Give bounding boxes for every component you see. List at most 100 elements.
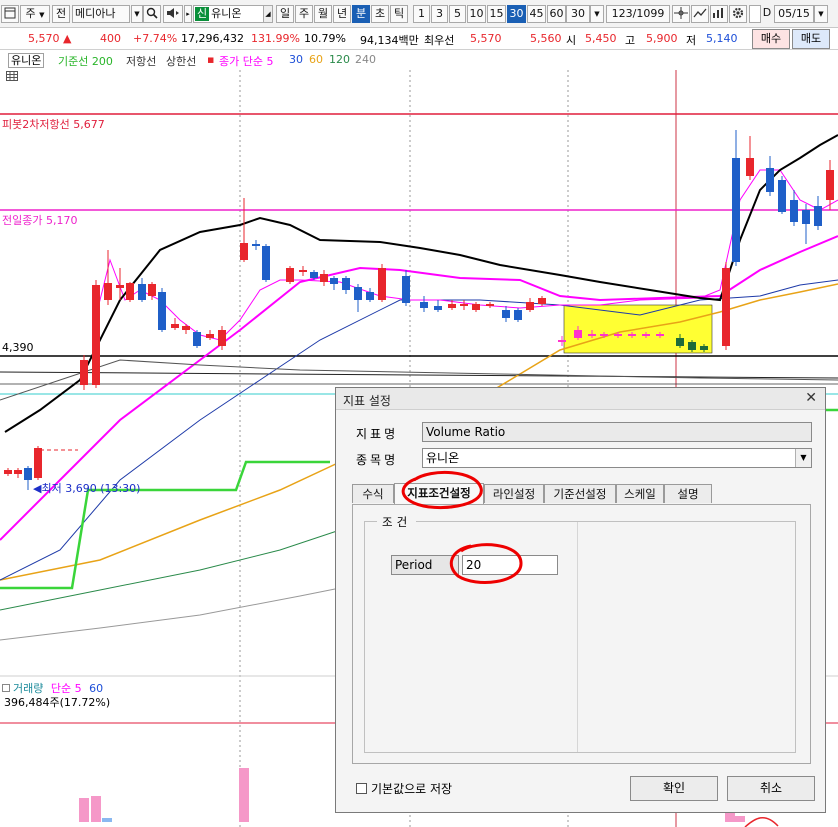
period-button-2[interactable]: 월	[314, 5, 332, 23]
period-code-value: 주	[25, 7, 36, 20]
tab-line[interactable]: 라인설정	[484, 484, 544, 503]
candle-body-44	[614, 334, 622, 336]
prev-button[interactable]: 전	[52, 5, 70, 23]
cancel-button[interactable]: 취소	[727, 776, 815, 801]
stock-name-label: 종목명	[356, 453, 399, 467]
period-button-0[interactable]: 일	[276, 5, 294, 23]
legend-ma240[interactable]: 240	[355, 53, 376, 66]
prev-stock-arrow[interactable]: ▸	[184, 5, 192, 23]
chart-legend: 유니온 기준선 200 저항선 상한선 ▪ 종가 단순 5 30 60 120 …	[0, 51, 838, 69]
indicator-settings-dialog: 지표 설정 ✕ 지표명 Volume Ratio 종목명 유니온 ▼ 수식 지표…	[335, 387, 826, 813]
low-marker-label: ◀최저 3,690 (13:30)	[33, 480, 140, 496]
interval-button-1[interactable]: 1	[413, 5, 430, 23]
period-button-1[interactable]: 주	[295, 5, 313, 23]
candle-body-10	[148, 284, 156, 296]
caret-right-icon: ▸	[186, 10, 190, 18]
close-icon[interactable]: ✕	[805, 390, 817, 406]
page-count: 123/1099	[606, 5, 670, 23]
interval-dropdown[interactable]: ▼	[590, 5, 604, 23]
period-code-select[interactable]: 주 ▼	[20, 5, 50, 23]
legend-resistance[interactable]: 저항선	[126, 53, 156, 69]
gear-icon[interactable]	[729, 5, 747, 23]
candle-body-43	[600, 334, 608, 336]
interval-input[interactable]: 30	[566, 5, 590, 23]
legend-base-line[interactable]: 기준선 200	[58, 53, 113, 69]
speaker-icon[interactable]	[163, 5, 183, 23]
candle-body-22	[310, 272, 318, 278]
dialog-titlebar[interactable]: 지표 설정 ✕	[336, 388, 825, 410]
save-default-checkbox[interactable]: 기본값으로 저장	[356, 780, 452, 797]
period-button-3[interactable]: 년	[333, 5, 351, 23]
legend-ma120[interactable]: 120	[329, 53, 350, 66]
d-checkbox[interactable]	[749, 5, 761, 23]
candle-body-41	[574, 330, 582, 338]
stock-name-menu[interactable]: ◢	[263, 5, 273, 23]
legend-ma60[interactable]: 60	[309, 53, 323, 66]
legend-stock[interactable]: 유니온	[8, 53, 45, 68]
candle-body-34	[472, 304, 480, 310]
tab-formula[interactable]: 수식	[352, 484, 394, 503]
candle-body-1	[14, 470, 22, 474]
checkbox-box[interactable]	[356, 783, 367, 794]
window-icon[interactable]	[1, 5, 19, 23]
stock-name-combo[interactable]: 유니온 ▼	[422, 448, 812, 468]
candle-body-6	[104, 283, 112, 300]
buy-button[interactable]: 매수	[752, 29, 790, 49]
candle-body-49	[688, 342, 696, 350]
trend-icon[interactable]	[691, 5, 709, 23]
candle-body-20	[286, 268, 294, 282]
period-button-4[interactable]: 분	[352, 5, 370, 23]
low-label: 저	[686, 34, 697, 47]
period-param-input[interactable]: 20	[462, 555, 558, 575]
up-arrow-icon: ▲	[63, 32, 72, 45]
interval-button-30[interactable]: 30	[507, 5, 526, 23]
candle-body-26	[354, 287, 362, 300]
stock-code-dropdown[interactable]: ▼	[131, 5, 143, 23]
period-button-5[interactable]: 초	[371, 5, 389, 23]
candle-body-32	[448, 304, 456, 308]
interval-button-45[interactable]: 45	[527, 5, 546, 23]
sell-button[interactable]: 매도	[792, 29, 830, 49]
stock-name-text: 유니온	[211, 7, 242, 20]
candle-body-39	[538, 298, 546, 304]
candle-body-30	[420, 302, 428, 308]
tab-baseline[interactable]: 기준선설정	[544, 484, 616, 503]
legend-ma5[interactable]: 종가 단순 5	[219, 53, 273, 69]
indicator-icon[interactable]	[710, 5, 728, 23]
date-field[interactable]: 05/15	[774, 5, 814, 23]
grid-icon[interactable]	[6, 71, 18, 81]
ok-button[interactable]: 확인	[630, 776, 718, 801]
tab-description[interactable]: 설명	[664, 484, 712, 503]
search-icon[interactable]	[143, 5, 161, 23]
sin-badge: 신	[195, 7, 210, 21]
chevron-down-icon: ▼	[39, 11, 45, 19]
chevron-down-icon[interactable]: ▼	[795, 449, 811, 467]
candle-body-54	[766, 168, 774, 192]
legend-ma30[interactable]: 30	[289, 53, 303, 66]
candle-body-55	[778, 180, 786, 212]
period-button-6[interactable]: 틱	[390, 5, 408, 23]
tab-condition[interactable]: 지표조건설정	[394, 483, 484, 504]
volume-bar-3	[239, 768, 249, 822]
legend-ma-icon: ▪	[207, 53, 215, 66]
interval-button-15[interactable]: 15	[487, 5, 506, 23]
stock-code-field[interactable]: 메디아나	[72, 5, 130, 23]
interval-button-3[interactable]: 3	[431, 5, 448, 23]
candle-body-29	[402, 276, 410, 303]
interval-button-5[interactable]: 5	[449, 5, 466, 23]
volume-bar-1	[91, 796, 101, 822]
interval-button-10[interactable]: 10	[467, 5, 486, 23]
interval-button-60[interactable]: 60	[547, 5, 566, 23]
candle-body-17	[240, 243, 248, 260]
date-dropdown[interactable]: ▼	[814, 5, 828, 23]
stock-name-field[interactable]: 신 유니온	[193, 5, 273, 23]
candle-body-24	[330, 278, 338, 284]
tab-scale[interactable]: 스케일	[616, 484, 664, 503]
crosshair-icon[interactable]	[672, 5, 690, 23]
candle-body-57	[802, 210, 810, 224]
candle-body-16	[218, 330, 226, 346]
legend-upper-line[interactable]: 상한선	[166, 53, 196, 69]
candle-body-31	[434, 306, 442, 310]
indicator-name-label: 지표명	[356, 427, 399, 441]
level-4390-label: 4,390	[2, 341, 34, 354]
